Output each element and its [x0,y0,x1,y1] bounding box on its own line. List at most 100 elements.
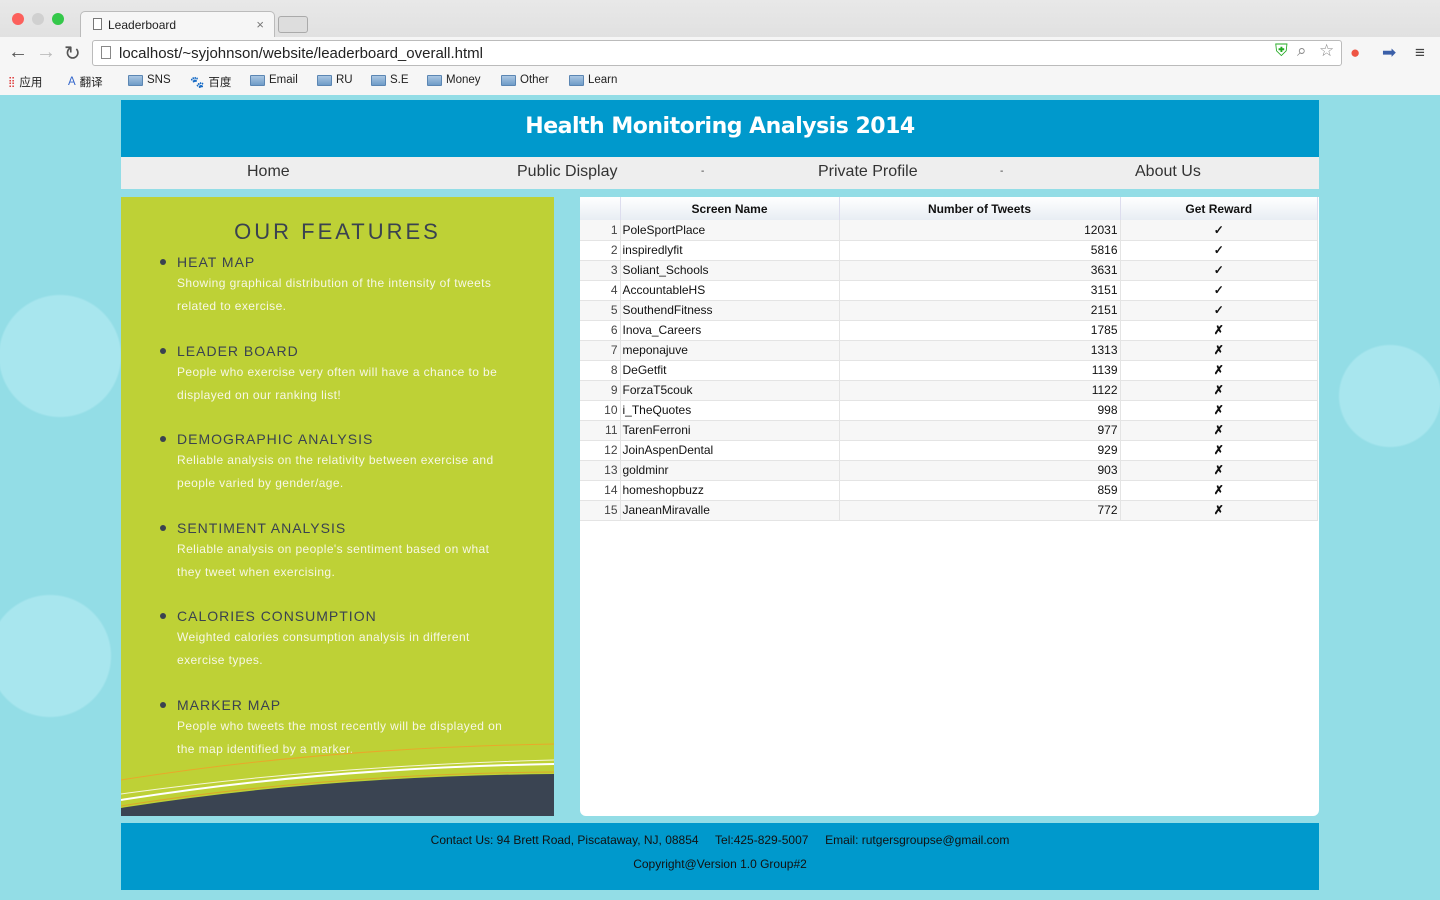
bookmark-ru[interactable]: RU [317,74,353,86]
url-text: localhost/~syjohnson/website/leaderboard… [119,45,483,62]
screen-name-cell: goldminr [620,460,840,481]
bookmark-learn[interactable]: Learn [569,74,617,86]
table-row: 1 PoleSportPlace 12031 ✓ [580,220,1318,241]
bullet-icon [160,436,166,442]
page-icon [101,46,111,59]
feature-title: SENTIMENT ANALYSIS [177,520,347,536]
rank-cell: 7 [580,340,621,361]
forward-icon[interactable]: → [36,41,56,64]
screen-name-cell: Inova_Careers [620,320,840,341]
bookmark-translate[interactable]: A 翻译 [68,74,103,90]
address-bar[interactable]: localhost/~syjohnson/website/leaderboard… [92,40,1342,66]
feature-item: CALORIES CONSUMPTION Weighted calories co… [160,608,517,671]
rank-cell: 2 [580,240,621,261]
table-row: 4 AccountableHS 3151 ✓ [580,280,1318,301]
tweet-count-cell: 1785 [839,320,1121,341]
bookmark-star-icon[interactable]: ☆ [1319,41,1334,61]
browser-tab[interactable]: Leaderboard × [80,11,275,37]
screen-name-cell: ForzaT5couk [620,380,840,401]
bookmark-sns[interactable]: SNS [128,74,171,86]
column-header-rank[interactable] [580,197,621,220]
search-icon[interactable]: ⌕ [1297,41,1307,61]
folder-icon [569,74,584,86]
feature-title: DEMOGRAPHIC ANALYSIS [177,431,374,447]
table-row: 11 TarenFerroni 977 ✗ [580,420,1318,441]
nav-public-display[interactable]: Public Display [517,163,617,181]
reward-cell: ✓ [1120,220,1318,241]
column-header-screen-name[interactable]: Screen Name [620,197,840,220]
translate-icon: A [68,76,76,88]
table-row: 14 homeshopbuzz 859 ✗ [580,480,1318,501]
color-extension-icon[interactable]: ● [1350,43,1360,63]
main-nav: Home Public Display - Private Profile - … [121,157,1319,189]
bookmark-label: Other [520,74,549,86]
tweet-count-cell: 12031 [839,220,1121,241]
table-row: 13 goldminr 903 ✗ [580,460,1318,481]
bookmark-baidu[interactable]: 🐾 百度 [190,74,231,90]
site-footer: Contact Us: 94 Brett Road, Piscataway, N… [121,823,1319,890]
browser-toolbar: ← → ↻ localhost/~syjohnson/website/leade… [0,37,1440,69]
rank-cell: 13 [580,460,621,481]
arrow-extension-icon[interactable]: ➡ [1382,43,1396,63]
minimize-window-button[interactable] [32,13,44,25]
reward-cell: ✗ [1120,400,1318,421]
bookmark-money[interactable]: Money [427,74,481,86]
screen-name-cell: meponajuve [620,340,840,361]
new-tab-button[interactable] [278,16,308,33]
menu-icon[interactable]: ≡ [1415,43,1425,63]
reload-icon[interactable]: ↻ [64,41,81,66]
nav-dropdown-marker[interactable]: - [701,166,704,177]
close-window-button[interactable] [12,13,24,25]
feature-item: HEAT MAP Showing graphical distribution o… [160,254,517,317]
bookmark-other[interactable]: Other [501,74,549,86]
folder-icon [371,74,386,86]
feature-item: DEMOGRAPHIC ANALYSIS Reliable analysis on… [160,431,517,494]
bookmarks-bar: ⣿ 应用 A 翻译 SNS 🐾 百度 Email RU S.E Money Other… [0,69,1440,95]
nav-dropdown-marker[interactable]: - [1000,166,1003,177]
bookmark-apps[interactable]: ⣿ 应用 [8,74,42,90]
rank-cell: 3 [580,260,621,281]
leaderboard-panel: Screen Name Number of Tweets Get Reward … [580,197,1319,816]
footer-contact: Contact Us: 94 Brett Road, Piscataway, N… [430,833,1010,847]
screen-name-cell: TarenFerroni [620,420,840,441]
reward-cell: ✗ [1120,440,1318,461]
rank-cell: 14 [580,480,621,501]
feature-desc: Showing graphical distribution of the in… [177,276,492,313]
rank-cell: 10 [580,400,621,421]
reward-cell: ✓ [1120,280,1318,301]
bookmark-label: Learn [588,74,618,86]
table-row: 10 i_TheQuotes 998 ✗ [580,400,1318,421]
screen-name-cell: PoleSportPlace [620,220,840,241]
bookmark-label: 翻译 [79,77,103,89]
back-icon[interactable]: ← [8,41,28,64]
folder-icon [501,74,516,86]
table-row: 12 JoinAspenDental 929 ✗ [580,440,1318,461]
column-header-tweets[interactable]: Number of Tweets [839,197,1121,220]
bookmark-label: SNS [147,74,171,86]
feature-desc: People who exercise very often will have… [177,365,498,402]
column-header-reward[interactable]: Get Reward [1120,197,1318,220]
shield-extension-icon[interactable]: ⛨ [1275,41,1288,61]
bookmark-se[interactable]: S.E [371,74,409,86]
reward-cell: ✓ [1120,260,1318,281]
screen-name-cell: i_TheQuotes [620,400,840,421]
rank-cell: 6 [580,320,621,341]
screen-name-cell: SouthendFitness [620,300,840,321]
apps-grid-icon: ⣿ [8,76,16,88]
rank-cell: 8 [580,360,621,381]
table-row: 5 SouthendFitness 2151 ✓ [580,300,1318,321]
bookmark-email[interactable]: Email [250,74,298,86]
rank-cell: 5 [580,300,621,321]
feature-desc: Weighted calories consumption analysis i… [177,630,470,667]
table-row: 6 Inova_Careers 1785 ✗ [580,320,1318,341]
rank-cell: 9 [580,380,621,401]
nav-about-us[interactable]: About Us [1135,163,1201,181]
nav-home[interactable]: Home [247,163,290,181]
close-tab-icon[interactable]: × [256,17,264,32]
reward-cell: ✓ [1120,240,1318,261]
screen-name-cell: inspiredlyfit [620,240,840,261]
maximize-window-button[interactable] [52,13,64,25]
nav-private-profile[interactable]: Private Profile [818,163,918,181]
tweet-count-cell: 929 [839,440,1121,461]
reward-cell: ✗ [1120,480,1318,501]
